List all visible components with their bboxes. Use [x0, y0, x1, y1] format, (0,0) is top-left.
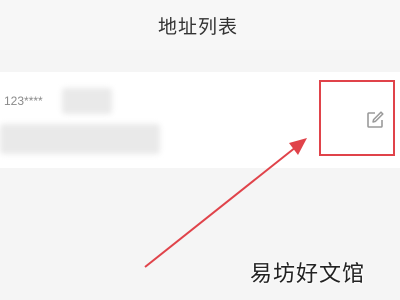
page-title: 地址列表 — [157, 15, 238, 38]
address-phone: 123**** — [4, 94, 43, 108]
blurred-name — [62, 88, 112, 114]
blurred-address — [0, 124, 160, 154]
watermark-text: 易坊好文馆 — [250, 262, 366, 287]
header-bar: 地址列表 — [0, 0, 400, 50]
edit-icon[interactable] — [365, 110, 385, 130]
